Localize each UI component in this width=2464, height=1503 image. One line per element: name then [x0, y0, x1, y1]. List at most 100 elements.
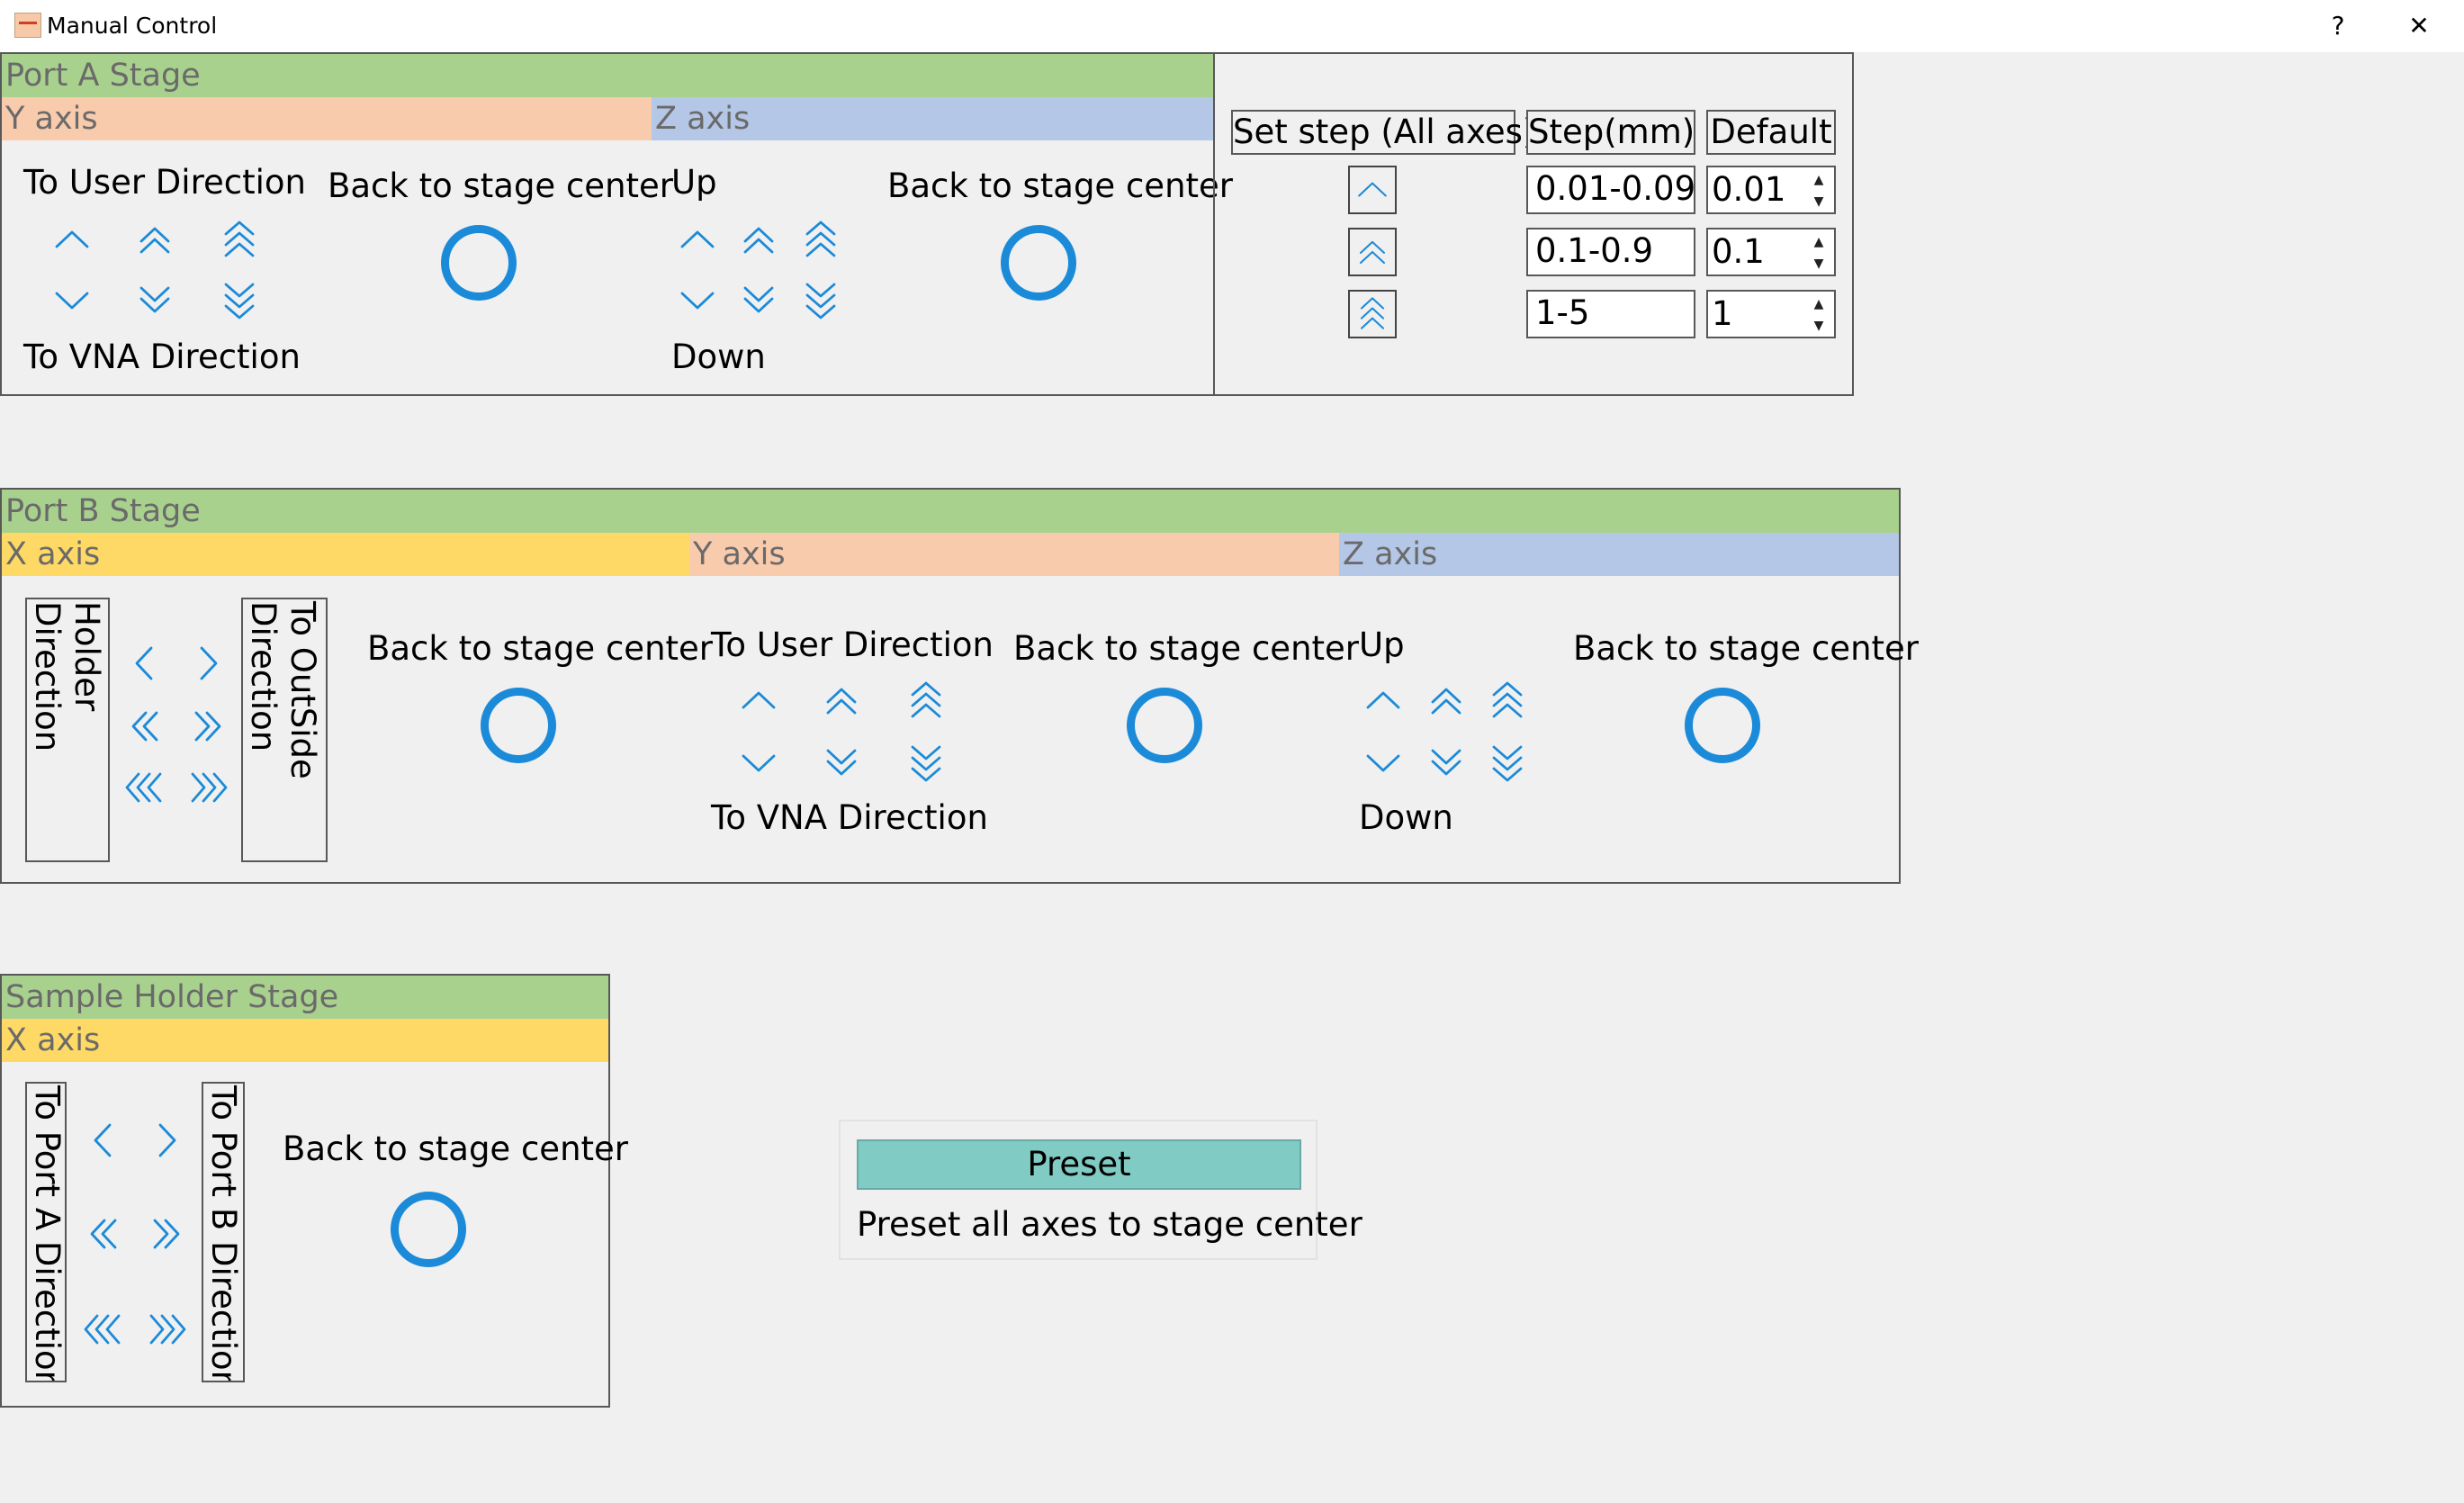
app-icon	[14, 13, 41, 38]
default-medium-value: 0.1	[1712, 232, 1765, 271]
port-b-x-right-medium-icon[interactable]	[187, 706, 229, 747]
default-large-value: 1	[1712, 294, 1733, 333]
port-a-y-center-label: Back to stage center	[328, 166, 674, 205]
sample-holder-stage-group: Sample Holder Stage X axis To Port A Dir…	[0, 974, 628, 1408]
default-small-spinbox[interactable]: 0.01 ▲ ▼	[1706, 166, 1836, 214]
sample-holder-left-large-icon[interactable]	[83, 1309, 124, 1350]
port-a-z-down-small-icon[interactable]	[677, 279, 718, 320]
port-a-z-center-button[interactable]	[1001, 225, 1076, 301]
step-small-button[interactable]	[1348, 166, 1397, 214]
port-b-z-bottom-label: Down	[1359, 798, 1453, 837]
sample-holder-center-label: Back to stage center	[283, 1130, 629, 1168]
preset-panel: Preset Preset all axes to stage center	[839, 1120, 1362, 1260]
port-b-z-up-medium-icon[interactable]	[1425, 680, 1467, 722]
port-b-x-right-large-icon[interactable]	[187, 767, 229, 808]
port-b-z-down-medium-icon[interactable]	[1425, 742, 1467, 783]
default-medium-spinbox[interactable]: 0.1 ▲ ▼	[1706, 228, 1836, 276]
port-a-z-top-label: Up	[671, 163, 717, 202]
port-a-z-center-label: Back to stage center	[887, 166, 1234, 205]
port-b-x-right-small-icon[interactable]	[187, 643, 229, 684]
port-b-x-left-large-icon[interactable]	[124, 767, 166, 808]
port-a-y-center-button[interactable]	[441, 225, 517, 301]
port-b-y-axis-label: Y axis	[689, 533, 1339, 576]
port-b-x-left-label: To Sample Holder Direction	[28, 601, 110, 772]
default-small-value: 0.01	[1712, 170, 1786, 209]
spin-up-arrow-icon[interactable]: ▲	[1809, 172, 1829, 188]
port-b-y-center-button[interactable]	[1127, 688, 1202, 763]
port-b-y-center-label: Back to stage center	[1013, 629, 1360, 668]
port-b-z-up-large-icon[interactable]	[1487, 680, 1528, 722]
sample-holder-right-medium-icon[interactable]	[146, 1213, 187, 1255]
port-a-y-bottom-label: To VNA Direction	[23, 338, 301, 376]
spin-up-arrow-icon[interactable]: ▲	[1809, 234, 1829, 250]
sample-holder-center-button[interactable]	[391, 1192, 466, 1267]
port-b-z-center-button[interactable]	[1685, 688, 1760, 763]
sample-holder-left-medium-icon[interactable]	[83, 1213, 124, 1255]
step-range-medium: 0.1-0.9	[1526, 228, 1695, 276]
default-large-spinbox[interactable]: 1 ▲ ▼	[1706, 290, 1836, 338]
port-b-x-axis-label: X axis	[2, 533, 689, 576]
spin-down-arrow-icon[interactable]: ▼	[1809, 318, 1829, 334]
port-a-y-down-medium-icon[interactable]	[134, 279, 175, 320]
sample-holder-left-label-box: To Port A Direction	[25, 1082, 67, 1382]
port-b-z-up-small-icon[interactable]	[1362, 680, 1404, 722]
preset-description: Preset all axes to stage center	[857, 1205, 1362, 1244]
port-b-z-axis-label: Z axis	[1339, 533, 1899, 576]
help-button[interactable]: ?	[2311, 5, 2365, 47]
port-b-x-right-label-box: To OutSide Direction	[241, 598, 328, 862]
sample-holder-right-small-icon[interactable]	[146, 1120, 187, 1161]
port-b-x-left-label-box: To Sample Holder Direction	[25, 598, 110, 862]
port-b-stage-group: Port B Stage X axis Y axis Z axis To Sam…	[0, 488, 1919, 884]
port-a-y-up-medium-icon[interactable]	[134, 220, 175, 261]
close-button[interactable]: ✕	[2392, 5, 2446, 47]
port-a-y-up-large-icon[interactable]	[219, 220, 260, 261]
port-a-y-top-label: To User Direction	[23, 163, 306, 202]
port-b-x-left-small-icon[interactable]	[124, 643, 166, 684]
spin-up-arrow-icon[interactable]: ▲	[1809, 296, 1829, 312]
port-a-z-up-large-icon[interactable]	[800, 220, 841, 261]
step-settings-panel: Set step (All axes) Step(mm) Default 0.0…	[1213, 52, 1854, 396]
port-b-x-center-label: Back to stage center	[367, 629, 714, 668]
port-b-y-top-label: To User Direction	[711, 626, 994, 664]
step-range-large: 1-5	[1526, 290, 1695, 338]
preset-button[interactable]: Preset	[857, 1139, 1301, 1190]
port-a-z-up-medium-icon[interactable]	[738, 220, 779, 261]
port-b-y-down-medium-icon[interactable]	[821, 742, 862, 783]
port-a-z-axis-label: Z axis	[652, 97, 1213, 140]
port-b-z-down-large-icon[interactable]	[1487, 742, 1528, 783]
sample-holder-right-label: To Port B Direction	[204, 1085, 243, 1382]
port-b-y-down-large-icon[interactable]	[905, 742, 947, 783]
sample-holder-left-label: To Port A Direction	[28, 1085, 67, 1382]
port-a-y-up-small-icon[interactable]	[51, 220, 93, 261]
port-a-z-down-medium-icon[interactable]	[738, 279, 779, 320]
port-b-y-bottom-label: To VNA Direction	[711, 798, 988, 837]
port-b-y-up-small-icon[interactable]	[738, 680, 779, 722]
set-step-header: Set step (All axes)	[1231, 110, 1535, 155]
step-large-button[interactable]	[1348, 290, 1397, 338]
port-a-z-down-large-icon[interactable]	[800, 279, 841, 320]
spin-down-arrow-icon[interactable]: ▼	[1809, 194, 1829, 210]
port-a-y-down-small-icon[interactable]	[51, 279, 93, 320]
step-mm-header: Step(mm)	[1526, 110, 1695, 155]
step-medium-button[interactable]	[1348, 228, 1397, 276]
step-range-small: 0.01-0.09	[1526, 166, 1695, 214]
port-a-title: Port A Stage	[2, 54, 1213, 97]
port-b-y-up-medium-icon[interactable]	[821, 680, 862, 722]
port-a-z-bottom-label: Down	[671, 338, 766, 376]
port-b-x-right-label: To OutSide Direction	[244, 601, 322, 779]
spin-down-arrow-icon[interactable]: ▼	[1809, 256, 1829, 272]
window-title: Manual Control	[47, 13, 218, 39]
port-a-stage-group: Port A Stage Y axis Z axis To User Direc…	[0, 52, 1233, 396]
port-a-y-down-large-icon[interactable]	[219, 279, 260, 320]
sample-holder-left-small-icon[interactable]	[83, 1120, 124, 1161]
port-b-x-center-button[interactable]	[481, 688, 556, 763]
port-a-z-up-small-icon[interactable]	[677, 220, 718, 261]
port-a-y-axis-label: Y axis	[2, 97, 652, 140]
port-b-z-down-small-icon[interactable]	[1362, 742, 1404, 783]
port-b-x-left-medium-icon[interactable]	[124, 706, 166, 747]
sample-holder-right-large-icon[interactable]	[146, 1309, 187, 1350]
port-b-y-up-large-icon[interactable]	[905, 680, 947, 722]
port-b-title: Port B Stage	[2, 490, 1899, 533]
port-b-y-down-small-icon[interactable]	[738, 742, 779, 783]
title-bar: Manual Control ? ✕	[0, 0, 2464, 52]
